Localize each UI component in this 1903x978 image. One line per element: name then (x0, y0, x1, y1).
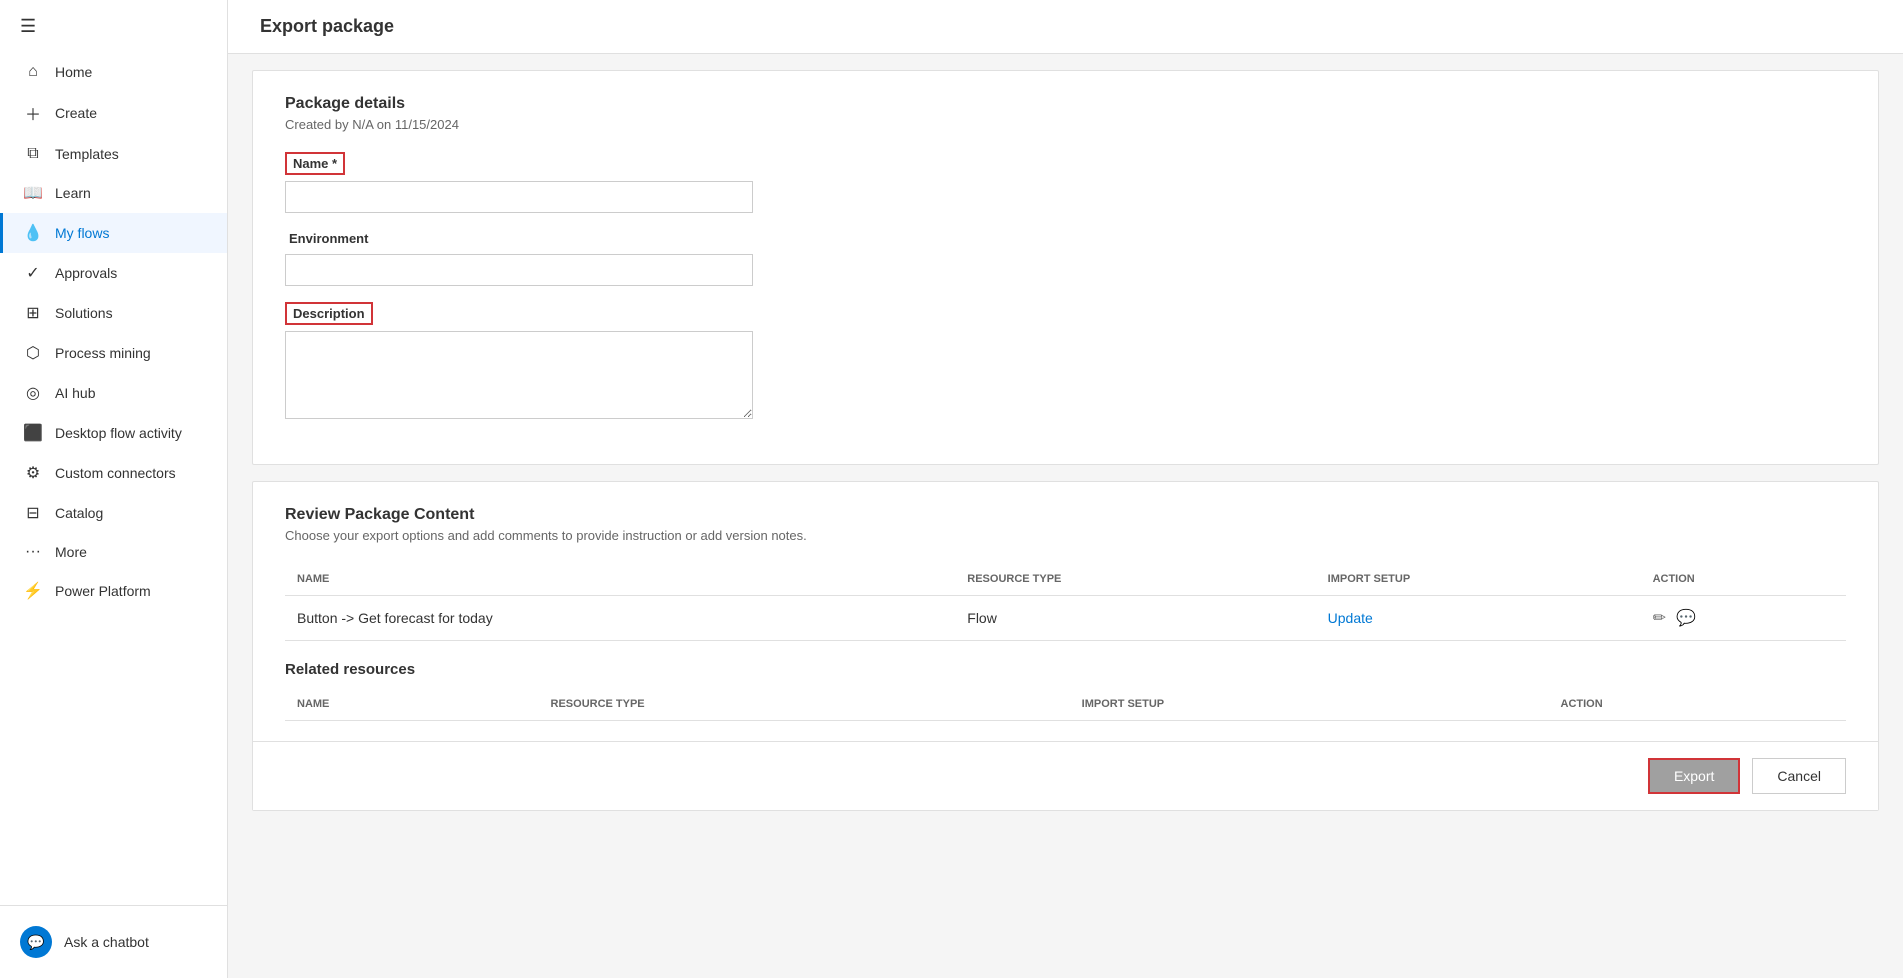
home-icon: ⌂ (23, 63, 43, 81)
sidebar-label-desktop-flow-activity: Desktop flow activity (55, 425, 182, 441)
sidebar-label-my-flows: My flows (55, 225, 109, 241)
col-import-setup-header: IMPORT SETUP (1316, 563, 1641, 596)
approvals-icon: ✓ (23, 263, 43, 283)
page-header: Export package (228, 0, 1903, 54)
sidebar-label-power-platform: Power Platform (55, 583, 151, 599)
sidebar-label-learn: Learn (55, 185, 91, 201)
sidebar-item-approvals[interactable]: ✓ Approvals (0, 253, 227, 293)
sidebar-label-home: Home (55, 64, 92, 80)
related-resources-title: Related resources (285, 641, 1846, 688)
update-link[interactable]: Update (1328, 610, 1373, 626)
process-mining-icon: ⬡ (23, 343, 43, 363)
col-name-header: NAME (285, 563, 955, 596)
sidebar-label-process-mining: Process mining (55, 345, 151, 361)
desktop-flow-icon: ⬛ (23, 423, 43, 443)
ai-hub-icon: ◎ (23, 383, 43, 403)
review-package-card: Review Package Content Choose your expor… (252, 481, 1879, 811)
environment-input[interactable] (285, 254, 753, 286)
sidebar-label-approvals: Approvals (55, 265, 117, 281)
row-name: Button -> Get forecast for today (285, 596, 955, 641)
related-header-row: NAME RESOURCE TYPE IMPORT SETUP ACTION (285, 688, 1846, 721)
sidebar-label-catalog: Catalog (55, 505, 103, 521)
cancel-button[interactable]: Cancel (1752, 758, 1846, 794)
sidebar-item-power-platform[interactable]: ⚡ Power Platform (0, 571, 227, 611)
export-button[interactable]: Export (1648, 758, 1740, 794)
sidebar-item-more[interactable]: ··· More (0, 533, 227, 571)
sidebar-item-my-flows[interactable]: 💧 My flows (0, 213, 227, 253)
sidebar-item-home[interactable]: ⌂ Home (0, 53, 227, 91)
sidebar-item-create[interactable]: ＋ Create (0, 91, 227, 135)
package-details-card: Package details Created by N/A on 11/15/… (252, 70, 1879, 465)
sidebar-item-catalog[interactable]: ⊟ Catalog (0, 493, 227, 533)
name-input[interactable] (285, 181, 753, 213)
table-row: Button -> Get forecast for today Flow Up… (285, 596, 1846, 641)
sidebar-item-templates[interactable]: ⧉ Templates (0, 135, 227, 173)
create-icon: ＋ (23, 101, 43, 125)
name-field-group: Name * (285, 152, 1846, 213)
description-field-group: Description (285, 302, 1846, 424)
environment-field-group: Environment (285, 229, 1846, 286)
sidebar-item-ai-hub[interactable]: ◎ AI hub (0, 373, 227, 413)
learn-icon: 📖 (23, 183, 43, 203)
review-subtitle: Choose your export options and add comme… (285, 528, 1846, 543)
chatbot-label: Ask a chatbot (64, 934, 149, 950)
sidebar-label-ai-hub: AI hub (55, 385, 95, 401)
sidebar-item-solutions[interactable]: ⊞ Solutions (0, 293, 227, 333)
description-label: Description (285, 302, 373, 325)
sidebar-item-desktop-flow-activity[interactable]: ⬛ Desktop flow activity (0, 413, 227, 453)
related-col-resource-type: RESOURCE TYPE (539, 688, 1070, 721)
comment-icon[interactable]: 💬 (1676, 608, 1696, 628)
content-table: NAME RESOURCE TYPE IMPORT SETUP ACTION B… (285, 563, 1846, 641)
name-label: Name * (285, 152, 345, 175)
power-platform-icon: ⚡ (23, 581, 43, 601)
sidebar-bottom: 💬 Ask a chatbot (0, 905, 227, 978)
col-resource-type-header: RESOURCE TYPE (955, 563, 1315, 596)
hamburger-menu[interactable]: ☰ (0, 0, 227, 53)
related-table-section: NAME RESOURCE TYPE IMPORT SETUP ACTION (285, 688, 1846, 721)
sidebar-label-more: More (55, 544, 87, 560)
sidebar: ☰ ⌂ Home ＋ Create ⧉ Templates 📖 Learn 💧 … (0, 0, 228, 978)
sidebar-label-create: Create (55, 105, 97, 121)
chatbot-avatar: 💬 (20, 926, 52, 958)
package-details-title: Package details (285, 95, 1846, 113)
solutions-icon: ⊞ (23, 303, 43, 323)
related-col-import-setup: IMPORT SETUP (1070, 688, 1549, 721)
sidebar-label-custom-connectors: Custom connectors (55, 465, 176, 481)
edit-icon[interactable]: ✏ (1653, 608, 1666, 628)
ask-chatbot-button[interactable]: 💬 Ask a chatbot (0, 916, 227, 968)
sidebar-item-learn[interactable]: 📖 Learn (0, 173, 227, 213)
content-table-section: NAME RESOURCE TYPE IMPORT SETUP ACTION B… (285, 563, 1846, 641)
sidebar-item-process-mining[interactable]: ⬡ Process mining (0, 333, 227, 373)
row-resource-type: Flow (955, 596, 1315, 641)
review-title: Review Package Content (285, 506, 1846, 524)
related-col-name: NAME (285, 688, 539, 721)
main-content: Export package Package details Created b… (228, 0, 1903, 978)
environment-label: Environment (285, 229, 372, 248)
description-textarea[interactable] (285, 331, 753, 419)
footer-bar: Export Cancel (253, 741, 1878, 810)
action-icons: ✏ 💬 (1653, 608, 1834, 628)
page-title: Export package (260, 16, 1871, 37)
related-col-action: ACTION (1549, 688, 1847, 721)
package-created-by: Created by N/A on 11/15/2024 (285, 117, 1846, 132)
col-action-header: ACTION (1641, 563, 1846, 596)
hamburger-icon: ☰ (20, 16, 36, 36)
chatbot-icon: 💬 (27, 934, 44, 951)
templates-icon: ⧉ (23, 145, 43, 163)
more-icon: ··· (23, 543, 43, 561)
table-header-row: NAME RESOURCE TYPE IMPORT SETUP ACTION (285, 563, 1846, 596)
related-table: NAME RESOURCE TYPE IMPORT SETUP ACTION (285, 688, 1846, 721)
sidebar-label-templates: Templates (55, 146, 119, 162)
custom-connectors-icon: ⚙ (23, 463, 43, 483)
sidebar-item-custom-connectors[interactable]: ⚙ Custom connectors (0, 453, 227, 493)
row-import-setup[interactable]: Update (1316, 596, 1641, 641)
sidebar-label-solutions: Solutions (55, 305, 113, 321)
my-flows-icon: 💧 (23, 223, 43, 243)
row-action: ✏ 💬 (1641, 596, 1846, 641)
catalog-icon: ⊟ (23, 503, 43, 523)
